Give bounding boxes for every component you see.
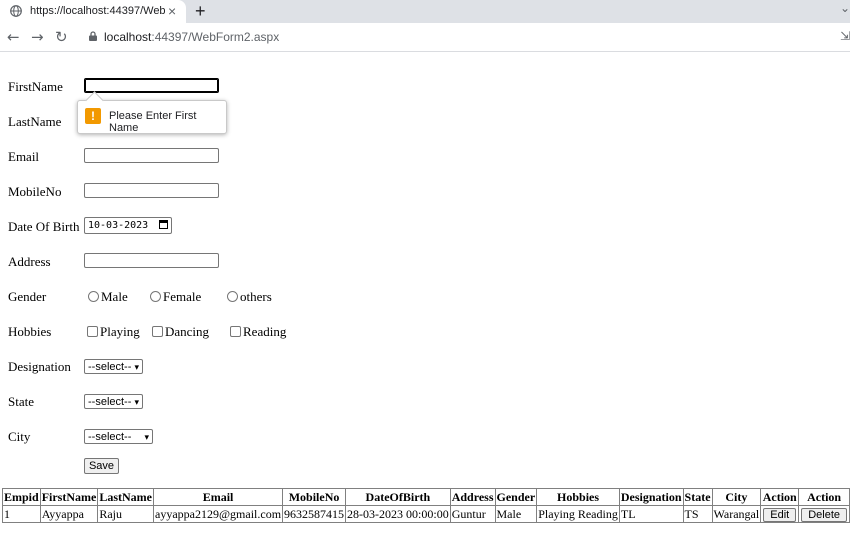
gender-female-label: Female (163, 289, 202, 304)
city-label: City (8, 429, 31, 444)
cell-hobbies: Playing Reading (536, 505, 620, 523)
state-select[interactable]: --select-- ▾ (84, 394, 143, 409)
globe-icon (10, 5, 22, 17)
address-input[interactable] (84, 253, 219, 268)
hobby-reading-option[interactable]: Reading (230, 324, 286, 340)
gender-female-option[interactable]: Female (150, 289, 201, 305)
cell-empid: 1 (2, 505, 41, 523)
tab-title: https://localhost:44397/WebForm (30, 5, 165, 17)
address-bar[interactable]: localhost:44397/WebForm2.aspx (104, 30, 279, 44)
cell-address: Guntur (449, 505, 496, 523)
table-row: 1 Ayyappa Raju ayyappa2129@gmail.com 963… (2, 505, 850, 523)
state-label: State (8, 394, 34, 409)
chevron-down-icon: ▾ (144, 432, 149, 442)
chevron-down-icon: ▾ (134, 362, 139, 372)
hobby-reading-label: Reading (243, 324, 287, 339)
edit-button[interactable]: Edit (763, 507, 797, 522)
cell-firstname: Ayyappa (39, 505, 99, 523)
header-gender: Gender (494, 488, 538, 506)
new-tab-icon[interactable]: + (195, 1, 206, 22)
header-hobbies: Hobbies (536, 488, 620, 506)
cell-dob: 28-03-2023 00:00:00 (345, 505, 451, 523)
header-dob: DateOfBirth (345, 488, 451, 506)
cell-city: Warangal (711, 505, 762, 523)
cell-state: TS (682, 505, 713, 523)
header-mobile: MobileNo (282, 488, 347, 506)
header-empid: Empid (2, 488, 41, 506)
calendar-icon[interactable] (159, 220, 168, 229)
validation-tooltip: ! Please Enter First Name (77, 100, 227, 134)
checkbox-icon[interactable] (152, 326, 163, 337)
header-state: State (682, 488, 713, 506)
email-label: Email (8, 149, 40, 164)
header-action-delete: Action (798, 488, 850, 506)
cell-gender: Male (494, 505, 538, 523)
cell-lastname: Raju (97, 505, 155, 523)
radio-icon[interactable] (88, 291, 99, 302)
designation-label: Designation (8, 359, 71, 374)
hobby-playing-option[interactable]: Playing (87, 324, 140, 340)
cell-edit: Edit (760, 505, 800, 523)
city-select[interactable]: --select-- ▾ (84, 429, 153, 444)
hobby-playing-label: Playing (100, 324, 140, 339)
gender-others-label: others (240, 289, 272, 304)
address-label: Address (8, 254, 51, 269)
firstname-input[interactable] (84, 78, 219, 93)
table-header-row: Empid FirstName LastName Email MobileNo … (2, 488, 850, 506)
cell-email: ayyappa2129@gmail.com (153, 505, 284, 523)
header-lastname: LastName (97, 488, 155, 506)
email-input[interactable] (84, 148, 219, 163)
gender-male-label: Male (101, 289, 128, 304)
gender-label: Gender (8, 289, 47, 304)
dob-input[interactable]: 10-03-2023 (84, 217, 172, 234)
header-city: City (711, 488, 762, 506)
cell-mobile: 9632587415 (282, 505, 347, 523)
warning-icon: ! (85, 108, 101, 124)
forward-icon[interactable]: → (31, 28, 44, 46)
delete-button[interactable]: Delete (801, 507, 847, 522)
gender-male-option[interactable]: Male (88, 289, 128, 305)
browser-tab[interactable]: https://localhost:44397/WebForm × (0, 0, 186, 23)
header-designation: Designation (618, 488, 684, 506)
designation-select[interactable]: --select-- ▾ (84, 359, 143, 374)
mobile-input[interactable] (84, 183, 219, 198)
reload-icon[interactable]: ↻ (55, 28, 68, 46)
header-email: Email (153, 488, 284, 506)
city-selected: --select-- (88, 431, 132, 443)
lastname-label: LastName (8, 114, 62, 129)
header-firstname: FirstName (39, 488, 99, 506)
lock-icon[interactable] (88, 31, 98, 41)
validation-message: Please Enter First Name (109, 110, 197, 134)
state-selected: --select-- (88, 396, 132, 408)
checkbox-icon[interactable] (87, 326, 98, 337)
gender-others-option[interactable]: others (227, 289, 272, 305)
tab-strip: https://localhost:44397/WebForm × + ⌄ (0, 0, 850, 23)
dob-value: 10-03-2023 (88, 220, 149, 231)
tab-search-icon[interactable]: ⌄ (840, 1, 850, 15)
dob-label: Date Of Birth (8, 219, 80, 234)
radio-icon[interactable] (150, 291, 161, 302)
save-button[interactable]: Save (84, 458, 119, 474)
share-icon[interactable]: ⇲ (840, 29, 850, 43)
checkbox-icon[interactable] (230, 326, 241, 337)
url-host: localhost (104, 30, 152, 44)
cell-delete: Delete (798, 505, 850, 523)
header-address: Address (449, 488, 496, 506)
designation-selected: --select-- (88, 361, 132, 373)
firstname-label: FirstName (8, 79, 63, 94)
back-icon[interactable]: ← (7, 28, 20, 46)
browser-toolbar: ← → ↻ localhost:44397/WebForm2.aspx ⇲ (0, 23, 850, 52)
cell-designation: TL (618, 505, 684, 523)
hobbies-label: Hobbies (8, 324, 52, 339)
employee-table: Empid FirstName LastName Email MobileNo … (2, 488, 850, 523)
radio-icon[interactable] (227, 291, 238, 302)
header-action-edit: Action (760, 488, 800, 506)
chevron-down-icon: ▾ (134, 397, 139, 407)
close-tab-icon[interactable]: × (168, 3, 176, 19)
hobby-dancing-label: Dancing (165, 324, 210, 339)
url-path: :44397/WebForm2.aspx (151, 30, 280, 44)
mobile-label: MobileNo (8, 184, 62, 199)
hobby-dancing-option[interactable]: Dancing (152, 324, 209, 340)
